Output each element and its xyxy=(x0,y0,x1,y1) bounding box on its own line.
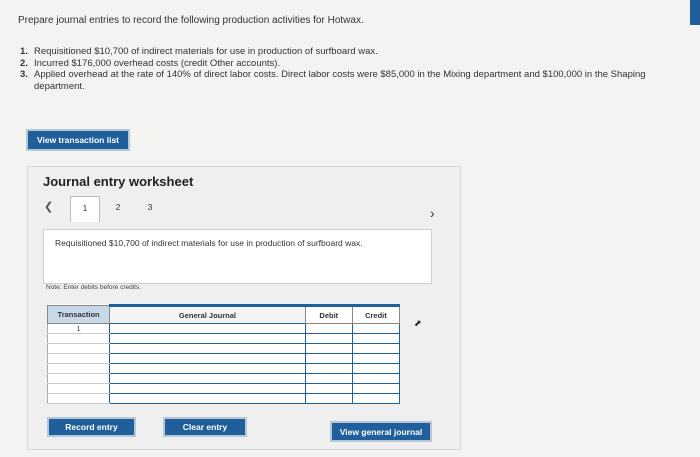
table-row xyxy=(46,363,401,374)
debit-input[interactable] xyxy=(304,363,353,374)
credit-input[interactable] xyxy=(351,333,401,344)
credit-input[interactable] xyxy=(351,363,401,374)
table-row xyxy=(46,373,401,384)
tab-1[interactable]: 1 xyxy=(70,196,100,222)
tab-2[interactable]: 2 xyxy=(108,202,128,212)
debit-input[interactable] xyxy=(304,383,353,394)
transaction-description: Requisitioned $10,700 of indirect materi… xyxy=(55,238,363,248)
tab-3[interactable]: 3 xyxy=(140,202,160,212)
step-text: Requisitioned $10,700 of indirect materi… xyxy=(34,46,378,57)
view-general-journal-button[interactable]: View general journal xyxy=(330,421,432,442)
table-row xyxy=(46,393,401,404)
transaction-cell xyxy=(46,363,110,374)
step-text: Applied overhead at the rate of 140% of … xyxy=(34,69,646,92)
credit-input[interactable] xyxy=(351,383,401,394)
credit-input[interactable] xyxy=(351,373,401,384)
account-select[interactable] xyxy=(109,383,306,394)
account-select[interactable] xyxy=(109,373,306,384)
account-select[interactable] xyxy=(109,353,306,364)
debit-input[interactable] xyxy=(304,393,353,404)
transaction-cell xyxy=(46,353,110,364)
clear-entry-button[interactable]: Clear entry xyxy=(163,417,247,437)
step-number: 1. xyxy=(20,46,28,57)
step-number: 3. xyxy=(20,69,28,80)
transaction-cell xyxy=(46,393,110,404)
mouse-cursor-icon: ⬈ xyxy=(414,318,422,328)
chevron-right-icon[interactable]: › xyxy=(430,205,435,221)
table-row xyxy=(46,353,401,364)
header-general-journal: General Journal xyxy=(109,304,306,324)
transaction-cell xyxy=(46,333,110,344)
step-number: 2. xyxy=(20,57,28,69)
credit-input[interactable] xyxy=(351,393,401,404)
table-row xyxy=(46,383,401,394)
account-select[interactable] xyxy=(109,363,306,374)
note-text: Note: Enter debits before credits. xyxy=(46,284,142,291)
credit-input[interactable] xyxy=(351,323,401,334)
table-row xyxy=(46,343,401,354)
credit-input[interactable] xyxy=(351,343,401,354)
worksheet-title: Journal entry worksheet xyxy=(43,174,194,189)
step-item: 2. Incurred $176,000 overhead costs (cred… xyxy=(20,58,660,70)
table-row xyxy=(46,333,401,344)
transaction-number: 1 xyxy=(46,323,110,334)
account-select[interactable] xyxy=(109,343,306,354)
step-item: 1. Requisitioned $10,700 of indirect mate… xyxy=(20,46,660,58)
transaction-cell xyxy=(46,383,110,394)
account-select[interactable] xyxy=(109,393,306,404)
credit-input[interactable] xyxy=(351,353,401,364)
table-row: 1 xyxy=(46,323,401,334)
debit-input[interactable] xyxy=(304,373,353,384)
debit-input[interactable] xyxy=(304,333,353,344)
header-credit: Credit xyxy=(351,304,401,324)
header-debit: Debit xyxy=(304,304,353,324)
debit-input[interactable] xyxy=(304,323,353,334)
header-transaction: Transaction xyxy=(46,305,111,324)
instruction-text: Prepare journal entries to record the fo… xyxy=(18,15,364,26)
account-select[interactable] xyxy=(109,323,306,334)
steps-list: 1. Requisitioned $10,700 of indirect mate… xyxy=(20,46,660,92)
debit-input[interactable] xyxy=(304,353,353,364)
transaction-cell xyxy=(46,343,110,354)
chevron-left-icon[interactable]: ❮ xyxy=(44,200,53,213)
journal-entry-table: Transaction General Journal Debit Credit… xyxy=(46,304,401,404)
side-edge-tab[interactable] xyxy=(690,0,700,25)
step-text: Incurred $176,000 overhead costs (credit… xyxy=(34,57,281,69)
debit-input[interactable] xyxy=(304,343,353,354)
step-item: 3. Applied overhead at the rate of 140% o… xyxy=(20,69,660,92)
record-entry-button[interactable]: Record entry xyxy=(47,417,136,437)
account-select[interactable] xyxy=(109,333,306,344)
transaction-cell xyxy=(46,373,110,384)
view-transaction-list-button[interactable]: View transaction list xyxy=(26,129,130,151)
